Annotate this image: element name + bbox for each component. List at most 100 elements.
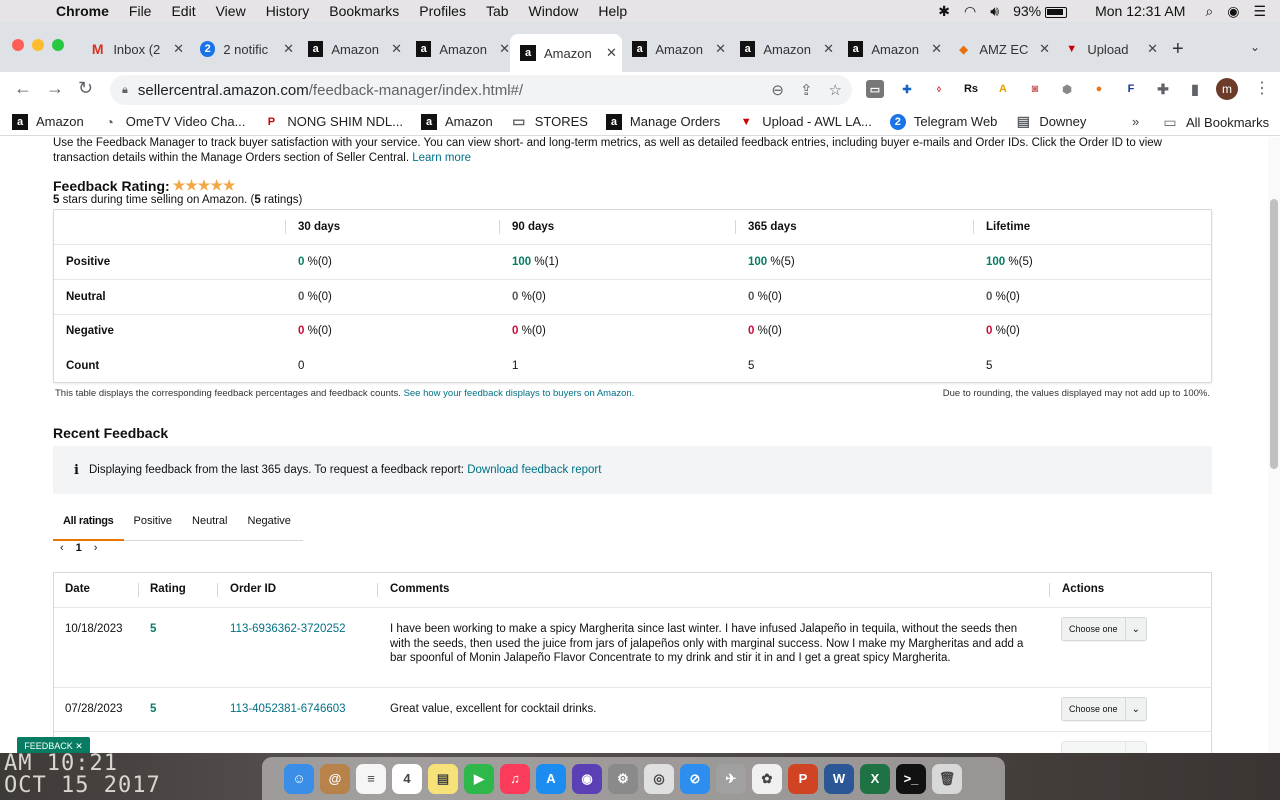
share-icon[interactable]: ⇪ bbox=[800, 81, 813, 99]
forward-arrow-icon[interactable]: → bbox=[46, 78, 64, 99]
close-tab-icon[interactable]: ✕ bbox=[823, 41, 834, 57]
side-panel-icon[interactable]: ▮ bbox=[1186, 80, 1204, 98]
close-tab-icon[interactable]: ✕ bbox=[931, 41, 942, 57]
launchpad-icon[interactable]: ✈ bbox=[716, 763, 746, 794]
bookmark-item[interactable]: ▭ STORES bbox=[511, 113, 588, 130]
safari-icon[interactable]: ⊘ bbox=[680, 763, 710, 794]
photos-icon[interactable]: ✿ bbox=[752, 763, 782, 794]
minimize-window-button[interactable] bbox=[32, 39, 44, 51]
bookmark-item[interactable]: a Amazon bbox=[12, 113, 84, 130]
menu-help[interactable]: Help bbox=[598, 3, 627, 19]
download-report-link[interactable]: Download feedback report bbox=[467, 464, 601, 476]
action-dropdown[interactable]: Choose one ⌄ bbox=[1061, 617, 1147, 641]
page-scrollbar[interactable] bbox=[1268, 137, 1280, 753]
close-tab-icon[interactable]: ✕ bbox=[1147, 41, 1158, 57]
excel-icon[interactable]: X bbox=[860, 763, 890, 794]
close-window-button[interactable] bbox=[12, 39, 24, 51]
lock-icon[interactable]: 🔒︎ bbox=[122, 84, 128, 97]
tab-negative[interactable]: Negative bbox=[238, 510, 301, 540]
finder-icon[interactable]: ☺ bbox=[284, 763, 314, 794]
address-bar[interactable]: 🔒︎ sellercentral.amazon.com/feedback-man… bbox=[110, 75, 852, 105]
bookmark-item[interactable]: ◔ OmeTV Video Cha... bbox=[102, 114, 245, 130]
bluetooth-icon[interactable]: ✱ bbox=[938, 3, 950, 20]
offer-extension-icon[interactable]: ◙ bbox=[1026, 80, 1044, 98]
browser-tab[interactable]: 2 2 notific ✕ bbox=[190, 34, 294, 64]
bookmark-item[interactable]: ▤ Downey bbox=[1015, 113, 1087, 130]
browser-tab[interactable]: ▼ Upload ✕ bbox=[1054, 34, 1158, 64]
bookmark-item[interactable]: P NONG SHIM NDL... bbox=[263, 114, 403, 130]
browser-tab[interactable]: a Amazon ✕ bbox=[838, 34, 942, 64]
browser-tab[interactable]: a Amazon ✕ bbox=[510, 34, 622, 72]
bookmark-item[interactable]: 2 Telegram Web bbox=[889, 113, 997, 130]
order-id-link[interactable]: 113-4052381-6746603 bbox=[230, 702, 346, 717]
browser-tab[interactable]: a Amazon ✕ bbox=[406, 34, 510, 64]
chrome-icon[interactable]: ◎ bbox=[644, 763, 674, 794]
spotlight-icon[interactable]: ⌕ bbox=[1205, 3, 1213, 20]
menu-edit[interactable]: Edit bbox=[171, 3, 195, 19]
ascout-extension-icon[interactable]: A bbox=[994, 80, 1012, 98]
honey-extension-icon[interactable]: ▭ bbox=[866, 80, 884, 98]
profile-avatar[interactable]: m bbox=[1216, 78, 1238, 100]
close-tab-icon[interactable]: ✕ bbox=[283, 41, 294, 57]
siri-menubar-icon[interactable]: ◉ bbox=[1227, 3, 1239, 20]
f-extension-icon[interactable]: F bbox=[1122, 80, 1140, 98]
menu-file[interactable]: File bbox=[129, 3, 152, 19]
menu-app-name[interactable]: Chrome bbox=[56, 3, 109, 19]
browser-tab[interactable]: M Inbox (2 ✕ bbox=[80, 34, 184, 64]
notes-icon[interactable]: ▤ bbox=[428, 763, 458, 794]
menu-tab[interactable]: Tab bbox=[486, 3, 509, 19]
close-tab-icon[interactable]: ✕ bbox=[173, 41, 184, 57]
contacts-icon[interactable]: @ bbox=[320, 763, 350, 794]
close-tab-icon[interactable]: ✕ bbox=[499, 41, 510, 57]
scrollbar-thumb[interactable] bbox=[1270, 199, 1278, 469]
bookmark-item[interactable]: a Manage Orders bbox=[605, 113, 720, 130]
learn-more-link[interactable]: Learn more bbox=[412, 152, 471, 164]
back-arrow-icon[interactable]: ← bbox=[14, 78, 32, 99]
wifi-icon[interactable]: ◠ bbox=[964, 3, 976, 20]
settings-icon[interactable]: ⚙ bbox=[608, 763, 638, 794]
more-bookmarks-chevron-icon[interactable]: » bbox=[1132, 114, 1139, 129]
word-icon[interactable]: W bbox=[824, 763, 854, 794]
close-tab-icon[interactable]: ✕ bbox=[391, 41, 402, 57]
battery-percent[interactable]: 93% bbox=[1013, 3, 1041, 19]
all-bookmarks-folder[interactable]: ▭ All Bookmarks bbox=[1162, 114, 1269, 130]
puzzle-extensions-icon[interactable]: ✚ bbox=[1154, 80, 1172, 98]
menu-history[interactable]: History bbox=[266, 3, 310, 19]
current-page[interactable]: 1 bbox=[76, 542, 82, 554]
rs-extension-icon[interactable]: Rs bbox=[962, 80, 980, 98]
menu-view[interactable]: View bbox=[216, 3, 246, 19]
battery-icon[interactable] bbox=[1045, 3, 1081, 19]
bookmark-star-icon[interactable]: ☆ bbox=[829, 81, 842, 99]
browser-tab[interactable]: a Amazon ✕ bbox=[622, 34, 726, 64]
tab-all-ratings[interactable]: All ratings bbox=[53, 510, 124, 541]
facetime-icon[interactable]: ▶ bbox=[464, 763, 494, 794]
new-tab-button[interactable]: + bbox=[1172, 38, 1184, 61]
siri-icon[interactable]: ◉ bbox=[572, 763, 602, 794]
menu-window[interactable]: Window bbox=[529, 3, 579, 19]
browser-tab[interactable]: a Amazon ✕ bbox=[298, 34, 402, 64]
browser-tab[interactable]: ◆ AMZ EC ✕ bbox=[946, 34, 1050, 64]
reminders-icon[interactable]: ≡ bbox=[356, 763, 386, 794]
close-tab-icon[interactable]: ✕ bbox=[606, 45, 617, 61]
action-dropdown[interactable]: Choose one ⌄ bbox=[1061, 697, 1147, 721]
fullscreen-window-button[interactable] bbox=[52, 39, 64, 51]
tab-neutral[interactable]: Neutral bbox=[182, 510, 237, 540]
orange-extension-icon[interactable]: ● bbox=[1090, 80, 1108, 98]
url-text[interactable]: sellercentral.amazon.com/feedback-manage… bbox=[138, 82, 523, 99]
action-dropdown[interactable] bbox=[1061, 741, 1147, 753]
prev-page-icon[interactable]: ‹ bbox=[60, 542, 64, 554]
next-page-icon[interactable]: › bbox=[94, 542, 98, 554]
trash-icon[interactable]: 🗑 bbox=[932, 763, 962, 794]
bookmark-item[interactable]: ▼ Upload - AWL LA... bbox=[738, 114, 872, 130]
menubar-clock[interactable]: Mon 12:31 AM bbox=[1095, 3, 1185, 19]
keepa-extension-icon[interactable]: ✚ bbox=[898, 80, 916, 98]
terminal-icon[interactable]: >_ bbox=[896, 763, 926, 794]
menu-bookmarks[interactable]: Bookmarks bbox=[329, 3, 399, 19]
volume-icon[interactable]: 🔊︎ bbox=[990, 3, 999, 20]
music-icon[interactable]: ♫ bbox=[500, 763, 530, 794]
menu-profiles[interactable]: Profiles bbox=[419, 3, 466, 19]
tab-positive[interactable]: Positive bbox=[124, 510, 183, 540]
browser-tab[interactable]: a Amazon ✕ bbox=[730, 34, 834, 64]
more-menu-icon[interactable]: ⋮ bbox=[1254, 78, 1270, 98]
powerpoint-icon[interactable]: P bbox=[788, 763, 818, 794]
